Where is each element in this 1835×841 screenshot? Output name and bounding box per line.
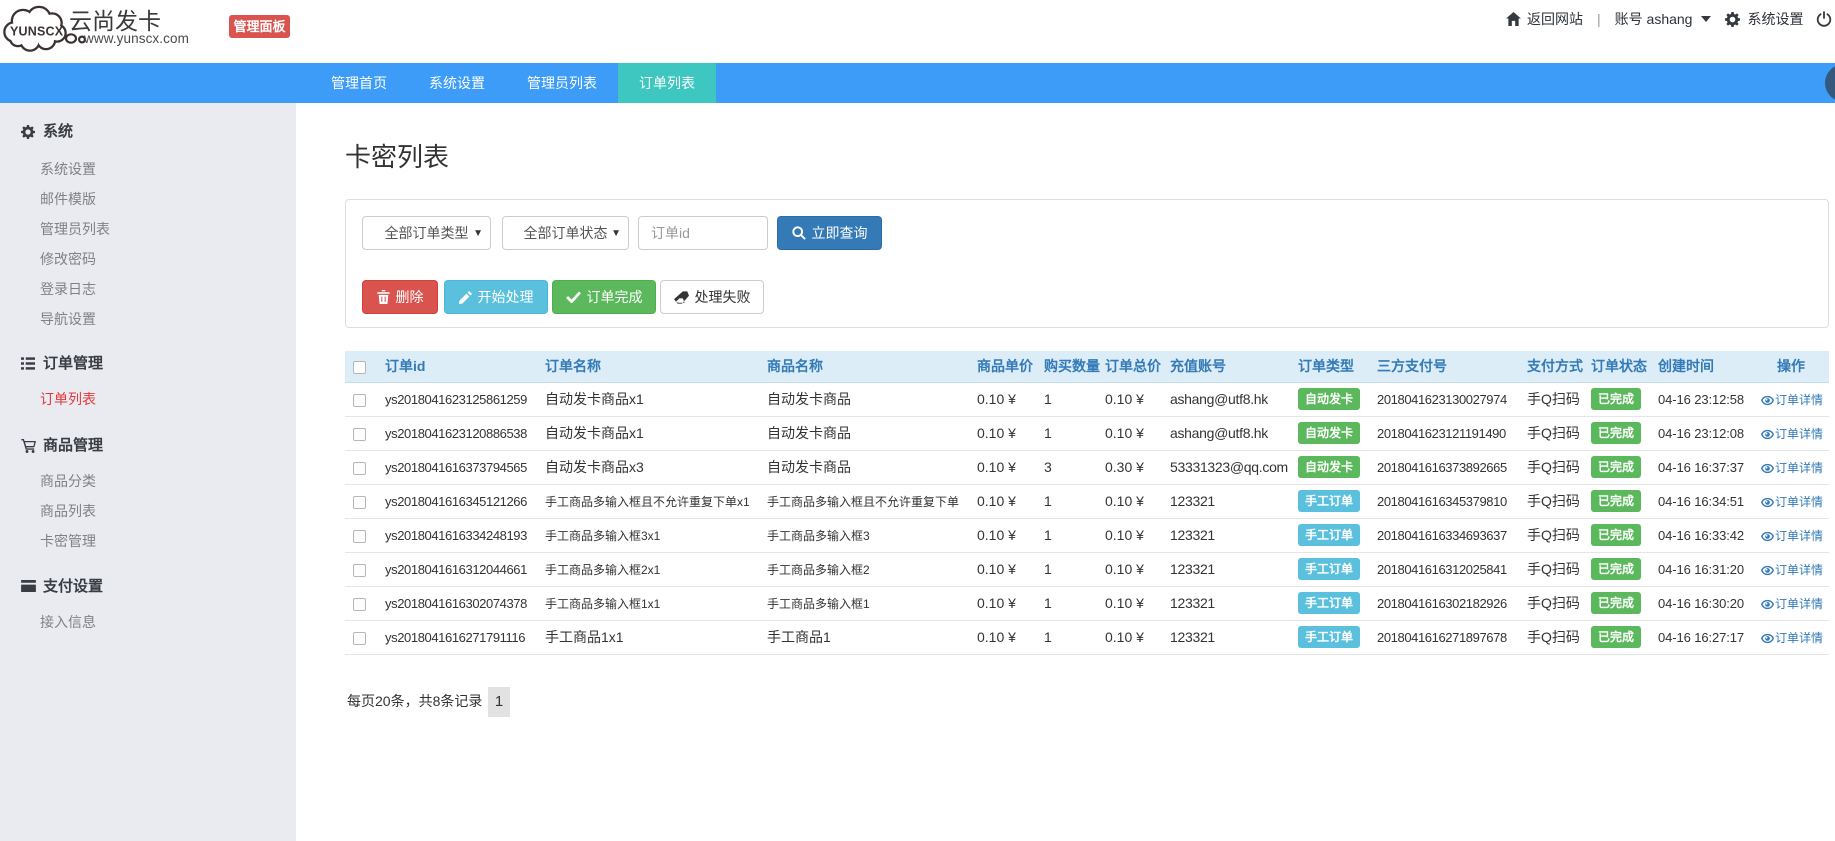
svg-text:YUNSCX: YUNSCX — [10, 25, 64, 39]
